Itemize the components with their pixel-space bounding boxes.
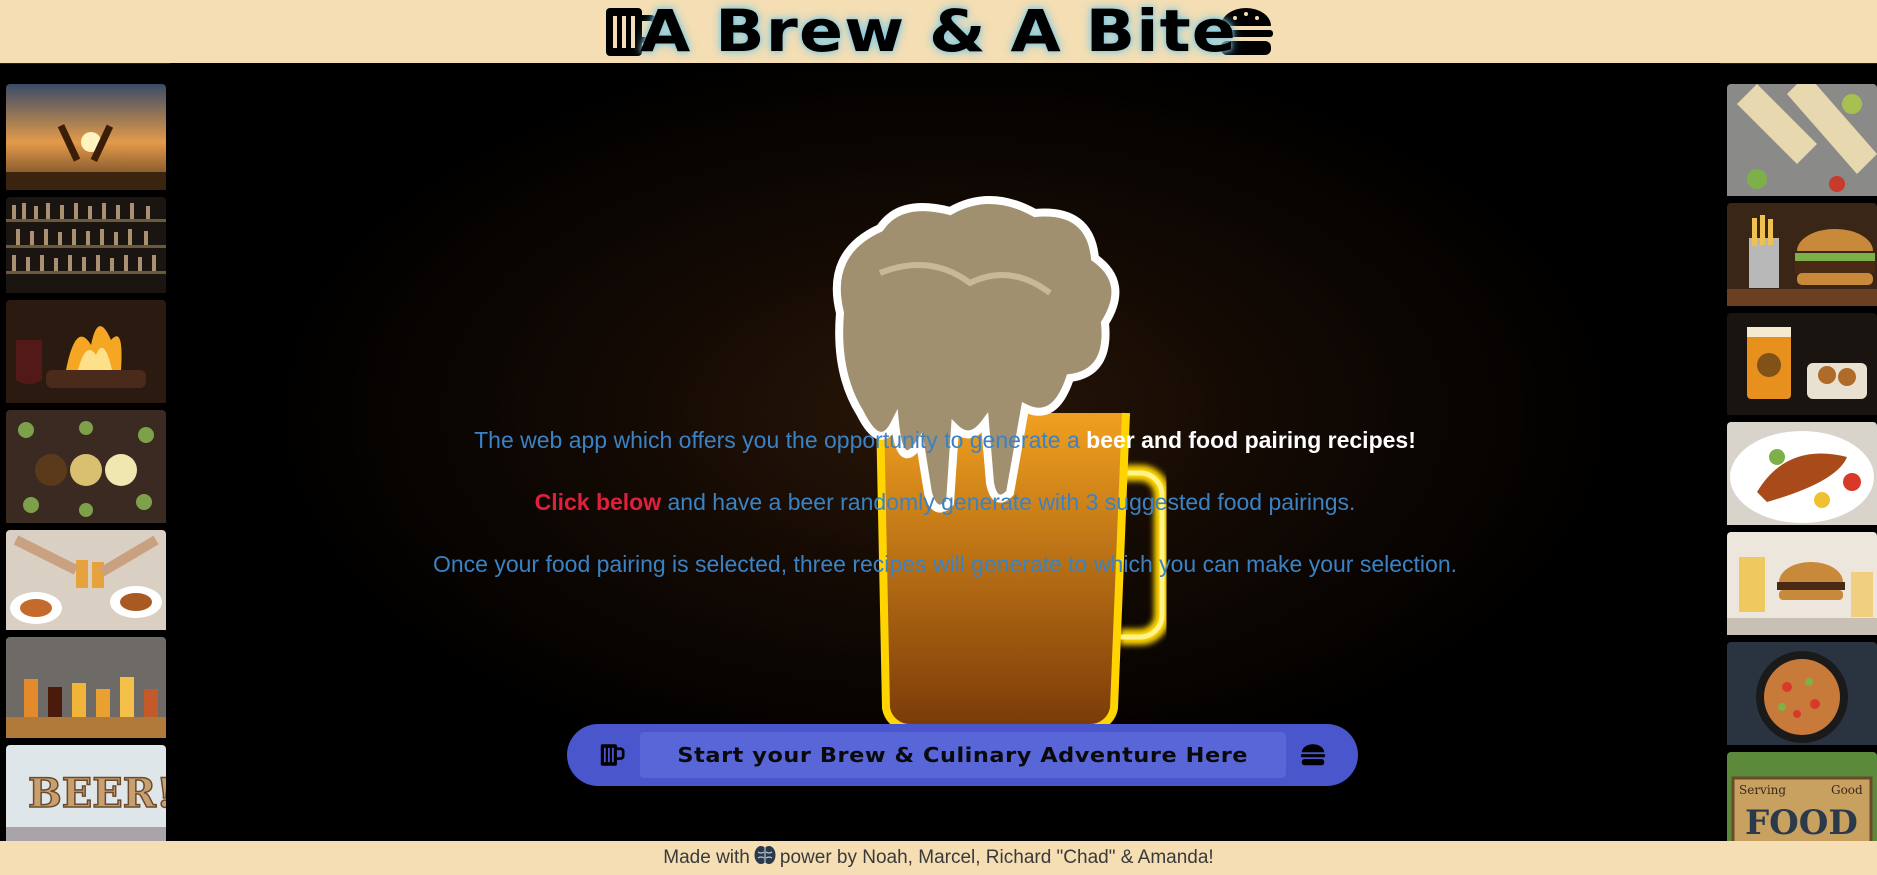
hero-stage: The web app which offers you the opportu… bbox=[170, 63, 1720, 841]
beer-toast-sunset-image bbox=[6, 84, 166, 194]
start-adventure-button[interactable]: Start your Brew & Culinary Adventure Her… bbox=[567, 724, 1358, 786]
burger-icon bbox=[1300, 742, 1326, 772]
grilled-fish-plate-image bbox=[1727, 422, 1877, 529]
right-photo-gallery: Serving Good FOOD bbox=[1727, 84, 1877, 864]
app-title: A Brew & A Bite bbox=[640, 0, 1237, 65]
footer-prefix: Made with bbox=[663, 847, 750, 868]
svg-text:FOOD: FOOD bbox=[1745, 803, 1858, 843]
click-below-highlight: Click below bbox=[534, 489, 662, 515]
beer-flight-image bbox=[6, 637, 166, 742]
start-adventure-label-box[interactable]: Start your Brew & Culinary Adventure Her… bbox=[640, 732, 1286, 778]
intro-line-1: The web app which offers you the opportu… bbox=[170, 426, 1720, 454]
footer-suffix: power by Noah, Marcel, Richard "Chad" & … bbox=[779, 847, 1214, 868]
svg-text:BEER!: BEER! bbox=[28, 770, 166, 817]
beer-sign-image: BEER! bbox=[6, 745, 166, 852]
brain-icon bbox=[754, 845, 776, 871]
wraps-platter-image bbox=[1727, 84, 1877, 200]
hops-and-beer-glasses-image bbox=[6, 410, 166, 527]
intro-copy: The web app which offers you the opportu… bbox=[170, 426, 1720, 612]
burger-with-beer-image bbox=[1727, 532, 1877, 639]
beer-and-pretzels-image bbox=[1727, 313, 1877, 419]
intro-line-2-text: and have a beer randomly generate with 3… bbox=[661, 489, 1356, 515]
svg-text:Good: Good bbox=[1831, 783, 1863, 797]
left-photo-gallery: BEER! bbox=[6, 84, 166, 855]
friends-dining-cheers-image bbox=[6, 530, 166, 634]
app-header: A Brew & A Bite bbox=[0, 0, 1877, 64]
bar-bottle-shelves-image bbox=[6, 197, 166, 297]
intro-line-3: Once your food pairing is selected, thre… bbox=[432, 551, 1458, 577]
intro-line-2: Click below and have a beer randomly gen… bbox=[170, 488, 1720, 516]
noodle-pan-image bbox=[1727, 642, 1877, 749]
intro-highlight: beer and food pairing recipes! bbox=[1086, 427, 1416, 453]
svg-text:Serving: Serving bbox=[1739, 783, 1786, 797]
start-adventure-label: Start your Brew & Culinary Adventure Her… bbox=[677, 743, 1249, 767]
footer: Made with power by Noah, Marcel, Richard… bbox=[0, 841, 1877, 875]
beer-mug-icon bbox=[599, 742, 625, 772]
burger-and-fries-image bbox=[1727, 203, 1877, 310]
grilled-steak-fire-image bbox=[6, 300, 166, 407]
intro-line-1-text: The web app which offers you the opportu… bbox=[474, 427, 1087, 453]
